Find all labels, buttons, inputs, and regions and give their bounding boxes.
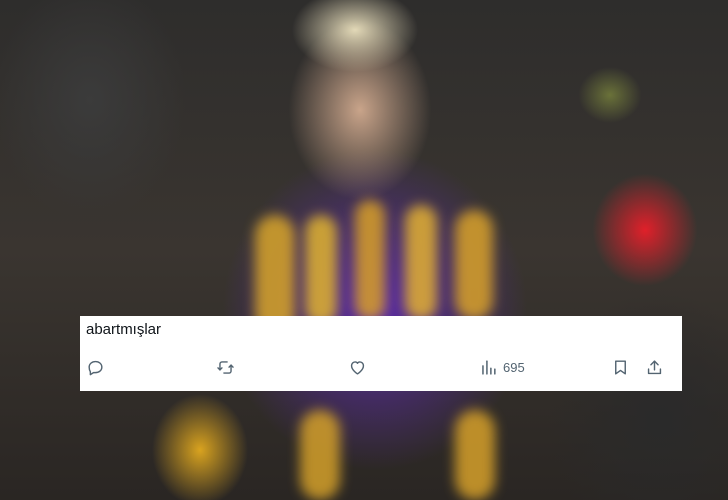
views-count: 695 (503, 359, 525, 375)
background-blur-patch (455, 410, 495, 500)
blurred-background-photo (0, 0, 728, 500)
share-button[interactable] (645, 356, 664, 378)
retweet-icon (217, 360, 234, 374)
share-icon (647, 359, 662, 374)
reply-button[interactable] (86, 356, 105, 378)
like-button[interactable] (348, 356, 367, 378)
reply-icon (88, 360, 103, 375)
background-blur-patch (305, 215, 337, 325)
views-button[interactable]: 695 (479, 356, 525, 378)
background-blur-patch (405, 205, 437, 320)
background-blur-patch (300, 410, 340, 500)
views-bar-chart-icon (482, 359, 496, 375)
bookmark-icon (615, 359, 626, 375)
background-blur-patch (455, 210, 493, 320)
background-blur-patch (355, 200, 385, 320)
retweet-button[interactable] (216, 356, 235, 378)
tweet-text: abartmışlar (86, 321, 162, 338)
bookmark-button[interactable] (611, 356, 630, 378)
heart-icon (350, 360, 365, 375)
tweet-card: abartmışlar 695 (80, 316, 682, 391)
tweet-action-bar: 695 (80, 356, 682, 378)
